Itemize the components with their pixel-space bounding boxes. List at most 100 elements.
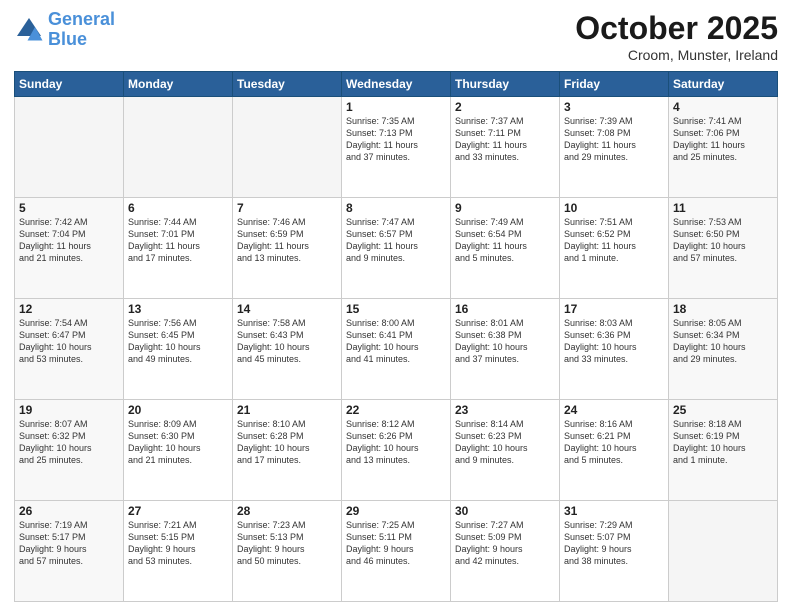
calendar-cell: 24Sunrise: 8:16 AM Sunset: 6:21 PM Dayli… bbox=[560, 400, 669, 501]
calendar-cell: 7Sunrise: 7:46 AM Sunset: 6:59 PM Daylig… bbox=[233, 198, 342, 299]
day-info: Sunrise: 7:56 AM Sunset: 6:45 PM Dayligh… bbox=[128, 317, 228, 366]
day-number: 10 bbox=[564, 201, 664, 215]
calendar-cell: 9Sunrise: 7:49 AM Sunset: 6:54 PM Daylig… bbox=[451, 198, 560, 299]
calendar-cell: 2Sunrise: 7:37 AM Sunset: 7:11 PM Daylig… bbox=[451, 97, 560, 198]
day-number: 1 bbox=[346, 100, 446, 114]
day-number: 16 bbox=[455, 302, 555, 316]
day-number: 7 bbox=[237, 201, 337, 215]
weekday-header-friday: Friday bbox=[560, 72, 669, 97]
week-row-5: 26Sunrise: 7:19 AM Sunset: 5:17 PM Dayli… bbox=[15, 501, 778, 602]
day-info: Sunrise: 7:27 AM Sunset: 5:09 PM Dayligh… bbox=[455, 519, 555, 568]
calendar-cell: 16Sunrise: 8:01 AM Sunset: 6:38 PM Dayli… bbox=[451, 299, 560, 400]
day-number: 22 bbox=[346, 403, 446, 417]
calendar-cell: 25Sunrise: 8:18 AM Sunset: 6:19 PM Dayli… bbox=[669, 400, 778, 501]
calendar-cell: 29Sunrise: 7:25 AM Sunset: 5:11 PM Dayli… bbox=[342, 501, 451, 602]
day-number: 24 bbox=[564, 403, 664, 417]
day-number: 2 bbox=[455, 100, 555, 114]
calendar-cell: 20Sunrise: 8:09 AM Sunset: 6:30 PM Dayli… bbox=[124, 400, 233, 501]
calendar-cell: 6Sunrise: 7:44 AM Sunset: 7:01 PM Daylig… bbox=[124, 198, 233, 299]
day-info: Sunrise: 8:03 AM Sunset: 6:36 PM Dayligh… bbox=[564, 317, 664, 366]
day-number: 14 bbox=[237, 302, 337, 316]
day-info: Sunrise: 7:37 AM Sunset: 7:11 PM Dayligh… bbox=[455, 115, 555, 164]
calendar-cell: 22Sunrise: 8:12 AM Sunset: 6:26 PM Dayli… bbox=[342, 400, 451, 501]
week-row-2: 5Sunrise: 7:42 AM Sunset: 7:04 PM Daylig… bbox=[15, 198, 778, 299]
day-info: Sunrise: 7:54 AM Sunset: 6:47 PM Dayligh… bbox=[19, 317, 119, 366]
week-row-3: 12Sunrise: 7:54 AM Sunset: 6:47 PM Dayli… bbox=[15, 299, 778, 400]
day-number: 13 bbox=[128, 302, 228, 316]
page: General Blue October 2025 Croom, Munster… bbox=[0, 0, 792, 612]
day-info: Sunrise: 8:07 AM Sunset: 6:32 PM Dayligh… bbox=[19, 418, 119, 467]
weekday-header-row: SundayMondayTuesdayWednesdayThursdayFrid… bbox=[15, 72, 778, 97]
month-title: October 2025 bbox=[575, 10, 778, 47]
calendar-cell: 11Sunrise: 7:53 AM Sunset: 6:50 PM Dayli… bbox=[669, 198, 778, 299]
day-number: 25 bbox=[673, 403, 773, 417]
day-number: 8 bbox=[346, 201, 446, 215]
day-info: Sunrise: 8:12 AM Sunset: 6:26 PM Dayligh… bbox=[346, 418, 446, 467]
day-info: Sunrise: 8:10 AM Sunset: 6:28 PM Dayligh… bbox=[237, 418, 337, 467]
day-info: Sunrise: 7:47 AM Sunset: 6:57 PM Dayligh… bbox=[346, 216, 446, 265]
day-info: Sunrise: 8:05 AM Sunset: 6:34 PM Dayligh… bbox=[673, 317, 773, 366]
day-info: Sunrise: 8:16 AM Sunset: 6:21 PM Dayligh… bbox=[564, 418, 664, 467]
day-number: 9 bbox=[455, 201, 555, 215]
calendar-cell: 21Sunrise: 8:10 AM Sunset: 6:28 PM Dayli… bbox=[233, 400, 342, 501]
calendar-cell: 27Sunrise: 7:21 AM Sunset: 5:15 PM Dayli… bbox=[124, 501, 233, 602]
day-info: Sunrise: 7:51 AM Sunset: 6:52 PM Dayligh… bbox=[564, 216, 664, 265]
calendar-cell: 3Sunrise: 7:39 AM Sunset: 7:08 PM Daylig… bbox=[560, 97, 669, 198]
day-number: 28 bbox=[237, 504, 337, 518]
day-number: 15 bbox=[346, 302, 446, 316]
day-number: 19 bbox=[19, 403, 119, 417]
day-number: 5 bbox=[19, 201, 119, 215]
weekday-header-sunday: Sunday bbox=[15, 72, 124, 97]
header: General Blue October 2025 Croom, Munster… bbox=[14, 10, 778, 63]
logo-icon bbox=[14, 15, 44, 45]
day-number: 17 bbox=[564, 302, 664, 316]
calendar-cell: 13Sunrise: 7:56 AM Sunset: 6:45 PM Dayli… bbox=[124, 299, 233, 400]
calendar-cell: 15Sunrise: 8:00 AM Sunset: 6:41 PM Dayli… bbox=[342, 299, 451, 400]
calendar-cell: 17Sunrise: 8:03 AM Sunset: 6:36 PM Dayli… bbox=[560, 299, 669, 400]
day-number: 21 bbox=[237, 403, 337, 417]
day-info: Sunrise: 7:53 AM Sunset: 6:50 PM Dayligh… bbox=[673, 216, 773, 265]
day-number: 11 bbox=[673, 201, 773, 215]
day-number: 29 bbox=[346, 504, 446, 518]
day-info: Sunrise: 7:46 AM Sunset: 6:59 PM Dayligh… bbox=[237, 216, 337, 265]
day-info: Sunrise: 7:25 AM Sunset: 5:11 PM Dayligh… bbox=[346, 519, 446, 568]
logo: General Blue bbox=[14, 10, 115, 50]
day-info: Sunrise: 7:58 AM Sunset: 6:43 PM Dayligh… bbox=[237, 317, 337, 366]
day-info: Sunrise: 7:21 AM Sunset: 5:15 PM Dayligh… bbox=[128, 519, 228, 568]
day-info: Sunrise: 7:42 AM Sunset: 7:04 PM Dayligh… bbox=[19, 216, 119, 265]
week-row-4: 19Sunrise: 8:07 AM Sunset: 6:32 PM Dayli… bbox=[15, 400, 778, 501]
day-info: Sunrise: 7:44 AM Sunset: 7:01 PM Dayligh… bbox=[128, 216, 228, 265]
day-number: 3 bbox=[564, 100, 664, 114]
calendar-cell: 18Sunrise: 8:05 AM Sunset: 6:34 PM Dayli… bbox=[669, 299, 778, 400]
day-info: Sunrise: 8:18 AM Sunset: 6:19 PM Dayligh… bbox=[673, 418, 773, 467]
calendar-cell bbox=[669, 501, 778, 602]
calendar-cell: 28Sunrise: 7:23 AM Sunset: 5:13 PM Dayli… bbox=[233, 501, 342, 602]
calendar-cell: 8Sunrise: 7:47 AM Sunset: 6:57 PM Daylig… bbox=[342, 198, 451, 299]
day-number: 12 bbox=[19, 302, 119, 316]
calendar-cell bbox=[233, 97, 342, 198]
calendar-cell: 12Sunrise: 7:54 AM Sunset: 6:47 PM Dayli… bbox=[15, 299, 124, 400]
weekday-header-saturday: Saturday bbox=[669, 72, 778, 97]
day-info: Sunrise: 8:00 AM Sunset: 6:41 PM Dayligh… bbox=[346, 317, 446, 366]
day-info: Sunrise: 7:41 AM Sunset: 7:06 PM Dayligh… bbox=[673, 115, 773, 164]
day-info: Sunrise: 8:09 AM Sunset: 6:30 PM Dayligh… bbox=[128, 418, 228, 467]
day-info: Sunrise: 7:39 AM Sunset: 7:08 PM Dayligh… bbox=[564, 115, 664, 164]
calendar-cell: 5Sunrise: 7:42 AM Sunset: 7:04 PM Daylig… bbox=[15, 198, 124, 299]
calendar-cell: 10Sunrise: 7:51 AM Sunset: 6:52 PM Dayli… bbox=[560, 198, 669, 299]
calendar-cell: 26Sunrise: 7:19 AM Sunset: 5:17 PM Dayli… bbox=[15, 501, 124, 602]
logo-text: General Blue bbox=[48, 10, 115, 50]
weekday-header-tuesday: Tuesday bbox=[233, 72, 342, 97]
calendar-cell: 14Sunrise: 7:58 AM Sunset: 6:43 PM Dayli… bbox=[233, 299, 342, 400]
calendar-table: SundayMondayTuesdayWednesdayThursdayFrid… bbox=[14, 71, 778, 602]
day-info: Sunrise: 8:14 AM Sunset: 6:23 PM Dayligh… bbox=[455, 418, 555, 467]
weekday-header-monday: Monday bbox=[124, 72, 233, 97]
calendar-cell: 31Sunrise: 7:29 AM Sunset: 5:07 PM Dayli… bbox=[560, 501, 669, 602]
day-number: 6 bbox=[128, 201, 228, 215]
day-info: Sunrise: 7:35 AM Sunset: 7:13 PM Dayligh… bbox=[346, 115, 446, 164]
day-number: 27 bbox=[128, 504, 228, 518]
calendar-cell bbox=[15, 97, 124, 198]
weekday-header-wednesday: Wednesday bbox=[342, 72, 451, 97]
day-number: 26 bbox=[19, 504, 119, 518]
day-info: Sunrise: 8:01 AM Sunset: 6:38 PM Dayligh… bbox=[455, 317, 555, 366]
weekday-header-thursday: Thursday bbox=[451, 72, 560, 97]
